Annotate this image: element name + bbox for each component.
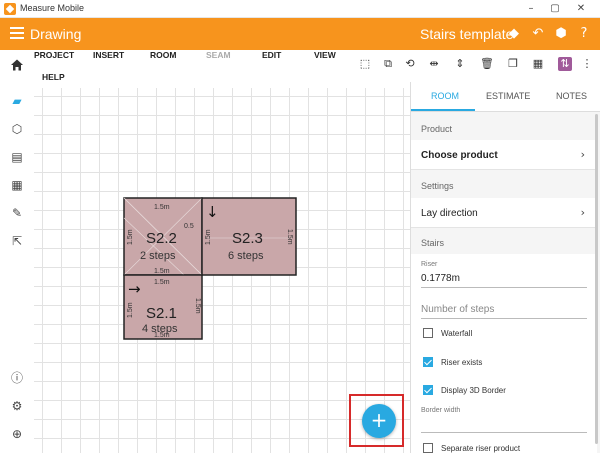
support-icon[interactable]: ⊕	[10, 427, 24, 441]
border-width-underline[interactable]	[421, 432, 587, 433]
template-title[interactable]: Stairs template	[420, 26, 513, 42]
grid-icon[interactable]: ▦	[531, 57, 545, 71]
menu-seam: SEAM	[206, 50, 231, 60]
display-3d-border-checkbox[interactable]	[423, 385, 433, 395]
menu-edit[interactable]: EDIT	[262, 50, 281, 60]
steps-underline	[421, 318, 587, 319]
room-name: S2.2	[146, 230, 177, 247]
dimension-top: 1.5m	[154, 204, 170, 211]
room-s2-2[interactable]: S2.2 2 steps 1.5m 1.5m 0.5 1.5m	[123, 197, 203, 276]
add-fab-button[interactable]: +	[362, 404, 396, 438]
menu-room[interactable]: ROOM	[150, 50, 176, 60]
dimension-left: 1.5m	[205, 229, 212, 245]
help-icon[interactable]: ?	[576, 26, 592, 42]
settings-section-label: Settings	[421, 181, 454, 191]
waterfall-checkbox[interactable]	[423, 328, 433, 338]
menu-insert[interactable]: INSERT	[93, 50, 124, 60]
calculator-icon[interactable]: ▦	[10, 178, 24, 192]
direction-arrow: →	[128, 280, 141, 298]
lay-direction-row[interactable]: Lay direction ›	[411, 198, 597, 228]
info-icon[interactable]: ⓘ	[10, 371, 24, 385]
dimension-right: 1.5m	[194, 298, 201, 314]
cube-icon[interactable]: ⬢	[553, 26, 569, 42]
close-window-button[interactable]: ✕	[572, 2, 590, 16]
panel-tabs: ROOM ESTIMATE NOTES	[411, 82, 600, 112]
direction-arrow: ↓	[206, 203, 219, 221]
room-steps: 6 steps	[228, 250, 264, 262]
active-tab-indicator	[411, 109, 475, 111]
stairs-icon[interactable]: ⇅	[558, 57, 572, 71]
chevron-right-icon: ›	[580, 148, 585, 161]
choose-product-row[interactable]: Choose product ›	[411, 140, 597, 170]
menu-help[interactable]: HELP	[42, 72, 65, 82]
hamburger-menu-icon[interactable]	[10, 27, 24, 39]
dimension-left: 1.5m	[127, 302, 134, 318]
layers-icon[interactable]: ▰	[10, 94, 24, 108]
riser-underline	[421, 287, 587, 288]
home-icon[interactable]	[10, 58, 24, 72]
tab-notes[interactable]: NOTES	[556, 91, 587, 101]
window-titlebar: Measure Mobile – ▢ ✕	[0, 0, 600, 18]
maximize-button[interactable]: ▢	[546, 2, 564, 16]
multi-select-icon[interactable]: ⧉	[381, 57, 395, 71]
edit-note-icon[interactable]: ✎	[10, 206, 24, 220]
copy-icon[interactable]: ❐	[506, 57, 520, 71]
app-header: Drawing Stairs template ◆ ↶ ⬢ ?	[0, 18, 600, 50]
clipboard-icon[interactable]: ▤	[10, 150, 24, 164]
export-icon[interactable]: ⇱	[10, 234, 24, 248]
dimension-right: 1.5m	[286, 229, 293, 245]
room-name: S2.1	[146, 305, 177, 322]
room-s2-3[interactable]: S2.3 6 steps ↓ 1.5m 1.5m	[201, 197, 297, 276]
page-title: Drawing	[30, 26, 82, 42]
tab-estimate[interactable]: ESTIMATE	[486, 91, 530, 101]
choose-product-label: Choose product	[421, 150, 498, 161]
panel-scrollbar[interactable]	[595, 114, 598, 444]
box-3d-icon[interactable]: ⬡	[10, 122, 24, 136]
menu-view[interactable]: VIEW	[314, 50, 336, 60]
stairs-section-label: Stairs	[421, 238, 445, 248]
room-steps: 2 steps	[140, 250, 176, 262]
tag-icon[interactable]: ◆	[506, 26, 522, 42]
dimension-extra: 0.5	[184, 223, 194, 230]
riser-input[interactable]: 0.1778m	[421, 273, 460, 284]
waterfall-label: Waterfall	[441, 329, 473, 338]
riser-exists-label: Riser exists	[441, 358, 483, 367]
select-icon[interactable]: ⬚	[358, 57, 372, 71]
stairs-settings: Riser 0.1778m Number of steps Waterfall …	[411, 254, 597, 453]
properties-panel: ROOM ESTIMATE NOTES Product Choose produ…	[410, 82, 600, 453]
delete-icon[interactable]: 🗑	[480, 57, 494, 71]
display-3d-border-label: Display 3D Border	[441, 386, 506, 395]
move-horizontal-icon[interactable]: ⇹	[427, 57, 441, 71]
room-s2-1[interactable]: S2.1 4 steps → 1.5m 1.5m 1.5m 1.5m	[123, 274, 203, 340]
app-logo-icon	[4, 3, 16, 15]
settings-gear-icon[interactable]: ⚙	[10, 399, 24, 413]
dimension-left: 1.5m	[127, 229, 134, 245]
more-icon[interactable]: ⋮	[580, 57, 594, 71]
dimension-top: 1.5m	[154, 279, 170, 286]
room-name: S2.3	[232, 230, 263, 247]
rotate-icon[interactable]: ⟲	[403, 57, 417, 71]
menu-project[interactable]: PROJECT	[34, 50, 74, 60]
dimension-bottom: 1.5m	[154, 332, 170, 339]
separate-riser-label: Separate riser product	[441, 444, 521, 453]
chevron-right-icon: ›	[580, 206, 585, 219]
dimension-bottom: 1.5m	[154, 268, 170, 275]
window-title: Measure Mobile	[20, 3, 85, 13]
border-width-label: Border width	[421, 407, 461, 414]
riser-label: Riser	[421, 261, 438, 268]
riser-exists-checkbox[interactable]	[423, 357, 433, 367]
number-of-steps-input[interactable]: Number of steps	[421, 304, 494, 315]
separate-riser-checkbox[interactable]	[423, 443, 433, 453]
left-sidebar: ▰ ⬡ ▤ ▦ ✎ ⇱ ⓘ ⚙ ⊕	[0, 88, 34, 453]
undo-icon[interactable]: ↶	[530, 26, 546, 42]
move-vertical-icon[interactable]: ⇕	[453, 57, 467, 71]
minimize-button[interactable]: –	[522, 2, 540, 16]
lay-direction-label: Lay direction	[421, 208, 478, 219]
tab-room[interactable]: ROOM	[431, 91, 459, 101]
product-section-label: Product	[421, 124, 453, 134]
